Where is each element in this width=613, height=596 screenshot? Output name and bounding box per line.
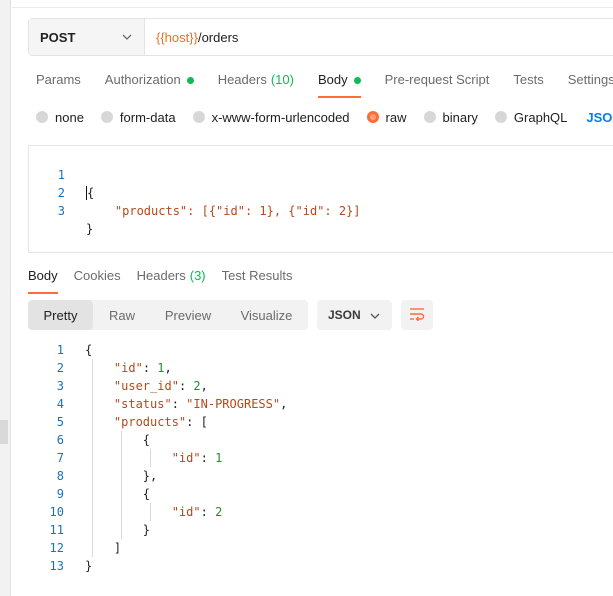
view-pretty-button[interactable]: Pretty bbox=[28, 300, 93, 330]
tab-response-body[interactable]: Body bbox=[28, 268, 58, 294]
radio-circle bbox=[192, 111, 205, 123]
radio-x-www-form-urlencoded[interactable]: x-www-form-urlencoded bbox=[192, 110, 350, 125]
code-text: } bbox=[85, 523, 151, 537]
code-text: } bbox=[86, 222, 94, 236]
line-number: 6 bbox=[56, 433, 64, 447]
line-number: 9 bbox=[56, 487, 64, 501]
code-text: "id": 1 bbox=[171, 451, 223, 465]
line-number: 8 bbox=[56, 469, 64, 483]
tab-settings[interactable]: Settings bbox=[568, 72, 613, 98]
code-text: ] bbox=[85, 541, 122, 555]
line-number: 7 bbox=[56, 451, 64, 465]
line-number: 10 bbox=[49, 505, 64, 519]
radio-circle bbox=[100, 111, 113, 123]
sidebar-resize-gutter[interactable] bbox=[0, 0, 11, 596]
code-text: { bbox=[85, 433, 151, 447]
url-path: /orders bbox=[197, 29, 239, 45]
view-visualize-button[interactable]: Visualize bbox=[225, 300, 308, 330]
code-text: "id": 1, bbox=[113, 361, 172, 375]
response-body-viewer[interactable]: 1 {2 "id": 1, 3 "user_id": 2, 4 "status": "… bbox=[28, 341, 613, 581]
code-line: 2 "products": [{"id": 1}, {"id": 2}] bbox=[29, 166, 361, 218]
tab-headers[interactable]: Headers (10) bbox=[218, 72, 294, 98]
status-dot bbox=[353, 77, 361, 84]
line-number: 1 bbox=[56, 343, 64, 357]
code-text: "products": [{"id": 1}, {"id": 2}] bbox=[86, 204, 361, 218]
response-format-label: JSON bbox=[328, 308, 361, 322]
code-text: "id": 2 bbox=[171, 505, 223, 519]
tab-pre-request-script[interactable]: Pre-request Script bbox=[385, 72, 490, 98]
response-format-select[interactable]: JSON bbox=[317, 300, 392, 330]
code-text: }, bbox=[85, 469, 158, 483]
view-raw-button[interactable]: Raw bbox=[93, 300, 151, 330]
line-number: 2 bbox=[56, 361, 64, 375]
line-number: 4 bbox=[56, 397, 64, 411]
resize-handle[interactable] bbox=[0, 420, 8, 444]
response-view-toggle: Pretty Raw Preview Visualize bbox=[28, 300, 308, 330]
tab-body[interactable]: Body bbox=[317, 72, 361, 98]
response-headers-count: (3) bbox=[189, 268, 206, 283]
radio-circle bbox=[36, 111, 48, 123]
code-line: 3 } bbox=[29, 184, 93, 236]
wrap-lines-button[interactable] bbox=[401, 300, 433, 330]
chevron-down-icon bbox=[122, 32, 132, 43]
tab-response-headers[interactable]: Headers (3) bbox=[137, 268, 206, 294]
code-text: "products": [ bbox=[113, 415, 208, 429]
tab-tests[interactable]: Tests bbox=[513, 72, 543, 98]
radio-none[interactable]: none bbox=[36, 110, 84, 125]
code-line: 1 { bbox=[29, 148, 94, 200]
radio-graphql[interactable]: GraphQL bbox=[494, 110, 567, 125]
line-number: 3 bbox=[57, 204, 65, 218]
line-number: 11 bbox=[49, 523, 64, 537]
code-text: } bbox=[85, 559, 93, 573]
radio-circle bbox=[423, 111, 436, 123]
radio-circle bbox=[494, 111, 507, 123]
url-variable: {{host}} bbox=[156, 29, 198, 45]
line-number: 3 bbox=[56, 379, 64, 393]
status-dot bbox=[186, 77, 194, 84]
radio-raw[interactable]: raw bbox=[366, 110, 407, 125]
code-text: "status": "IN-PROGRESS", bbox=[113, 397, 288, 411]
method-select[interactable]: POST bbox=[29, 19, 145, 55]
radio-binary[interactable]: binary bbox=[423, 110, 478, 125]
response-tabs: Body Cookies Headers (3) Test Results bbox=[28, 268, 308, 294]
code-text: { bbox=[85, 487, 151, 501]
url-input[interactable]: {{host}}/orders bbox=[145, 19, 238, 55]
code-text: { bbox=[85, 343, 93, 357]
request-body-editor[interactable]: 1 { 2 "products": [{"id": 1}, {"id": 2}]… bbox=[28, 145, 613, 253]
line-number: 5 bbox=[56, 415, 64, 429]
method-label: POST bbox=[40, 29, 76, 45]
url-bar: POST {{host}}/orders bbox=[28, 18, 613, 56]
wrap-lines-icon bbox=[409, 307, 425, 324]
line-number: 13 bbox=[49, 559, 64, 573]
tab-test-results[interactable]: Test Results bbox=[222, 268, 293, 294]
line-number: 12 bbox=[49, 541, 64, 555]
tab-cookies[interactable]: Cookies bbox=[74, 268, 121, 294]
code-text: { bbox=[87, 186, 95, 200]
chevron-down-icon bbox=[370, 308, 380, 322]
body-type-selector: none form-data x-www-form-urlencoded raw… bbox=[36, 108, 613, 126]
top-divider bbox=[12, 0, 613, 8]
request-tabs: Params Authorization Headers (10) Body Pr… bbox=[36, 72, 613, 98]
radio-form-data[interactable]: form-data bbox=[100, 110, 176, 125]
tab-authorization[interactable]: Authorization bbox=[105, 72, 194, 98]
view-preview-button[interactable]: Preview bbox=[151, 300, 225, 330]
tab-params[interactable]: Params bbox=[36, 72, 81, 98]
headers-count: (10) bbox=[270, 72, 294, 87]
radio-circle bbox=[366, 111, 379, 123]
raw-format-select[interactable]: JSON bbox=[586, 110, 613, 125]
code-text: "user_id": 2, bbox=[113, 379, 208, 393]
